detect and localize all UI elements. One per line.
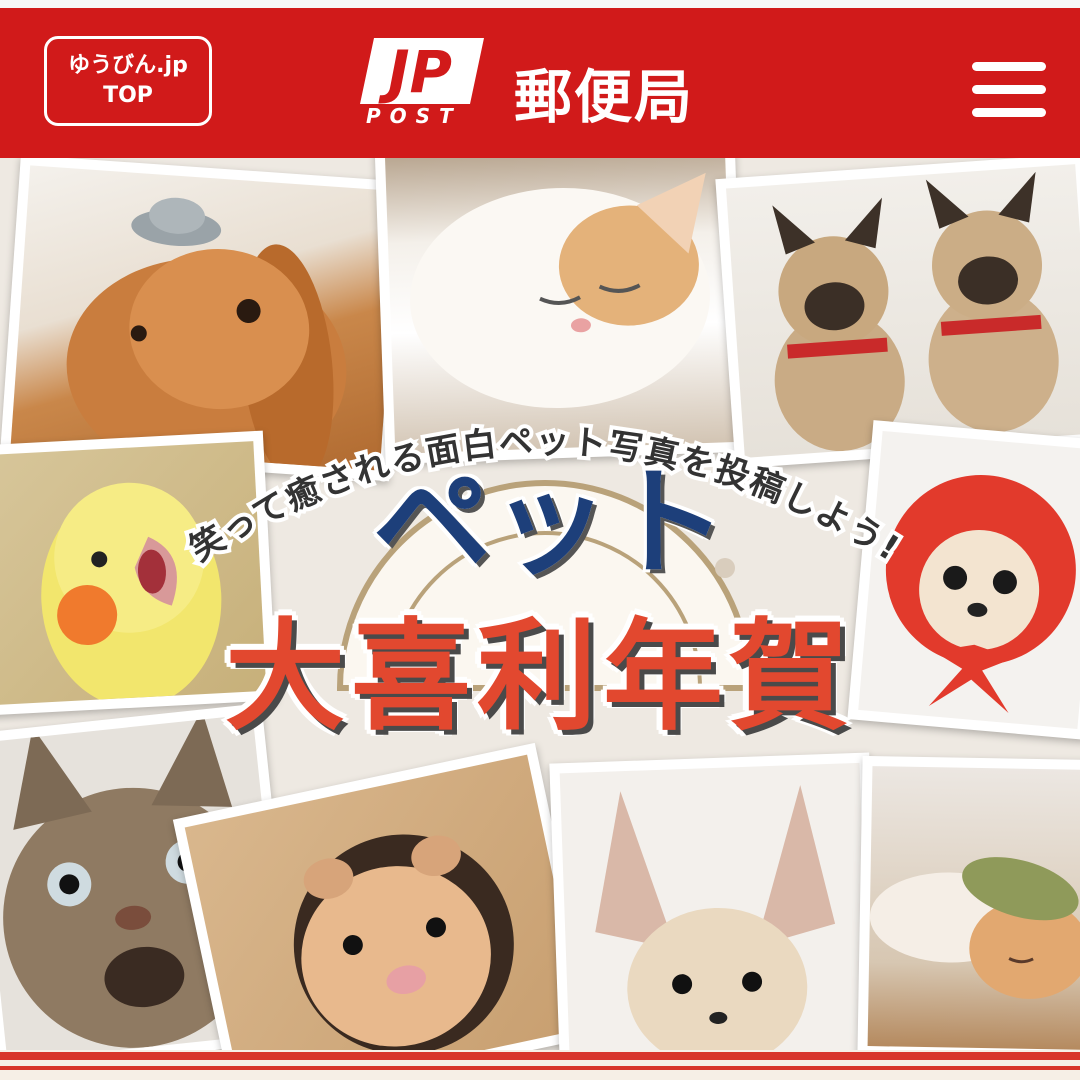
menu-bar — [972, 108, 1046, 117]
top-button-line2: TOP — [103, 83, 153, 108]
menu-bar — [972, 85, 1046, 94]
menu-bar — [972, 62, 1046, 71]
logo-mark-text: JP — [378, 38, 452, 104]
hero-banner[interactable]: 笑って癒される面白ペット写真を投稿しよう! ペット 大喜利年賀 — [0, 158, 1080, 1050]
bottom-decoration — [0, 1050, 1080, 1080]
japan-post-logo[interactable]: JP POST 郵便局 — [360, 38, 740, 138]
top-button-line1: ゆうびん.jp — [68, 53, 188, 78]
logo-post-text: POST — [366, 104, 462, 128]
top-strip — [0, 0, 1080, 8]
jp-logo-mark-icon: JP — [360, 38, 484, 104]
bottom-red-line — [0, 1066, 1080, 1070]
title-pet: ペット — [370, 451, 730, 595]
site-header: ゆうびん.jp TOP JP POST 郵便局 — [0, 8, 1080, 158]
logo-name-text: 郵便局 — [514, 63, 695, 131]
hamburger-menu-icon[interactable] — [972, 58, 1046, 122]
bottom-red-stripe — [0, 1052, 1080, 1060]
title-main: 大喜利年賀 — [225, 608, 855, 747]
yubin-top-button[interactable]: ゆうびん.jp TOP — [44, 36, 212, 126]
title-banner: 笑って癒される面白ペット写真を投稿しよう! ペット 大喜利年賀 — [150, 378, 940, 898]
